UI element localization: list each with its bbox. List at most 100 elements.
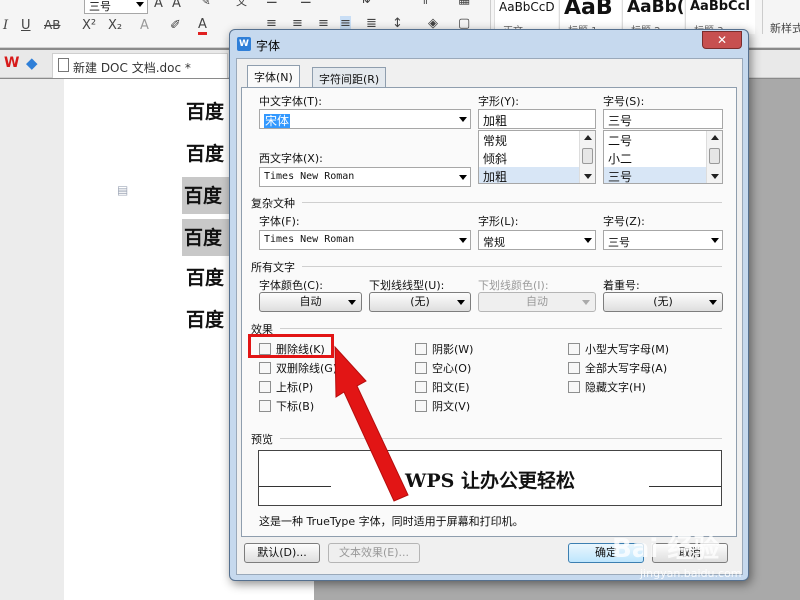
text-effect-icon[interactable]: A <box>140 18 149 33</box>
hidden-text-checkbox[interactable]: 隐藏文字(H) <box>568 379 646 395</box>
complex-style-label: 字形(L): <box>478 215 519 228</box>
complex-font-label: 字体(F): <box>259 215 300 228</box>
default-button[interactable]: 默认(D)... <box>244 543 320 563</box>
style-sample: AaB <box>564 0 613 20</box>
style-sample: AaBbCcD <box>499 0 555 14</box>
engrave-checkbox[interactable]: 阴文(V) <box>415 398 470 414</box>
shadow-checkbox[interactable]: 阴影(W) <box>415 341 473 357</box>
document-line: 百度 <box>186 101 225 123</box>
checkbox-box[interactable] <box>568 381 580 393</box>
checkbox-label: 隐藏文字(H) <box>585 381 646 394</box>
western-font-combo[interactable]: Times New Roman <box>259 167 471 187</box>
annotation-highlight-box <box>248 334 334 358</box>
button-label: 文本效果(E)... <box>338 546 410 559</box>
underline-style-dropdown[interactable]: (无) <box>369 292 471 312</box>
chevron-down-icon <box>136 2 144 7</box>
list-item-selected[interactable]: 加粗 <box>479 167 595 183</box>
list-item-selected[interactable]: 三号 <box>604 167 722 183</box>
font-size-label: 字号(S): <box>603 95 645 108</box>
list-item[interactable]: 常规 <box>479 131 595 149</box>
all-caps-checkbox[interactable]: 全部大写字母(A) <box>568 360 667 376</box>
checkbox-box[interactable] <box>259 400 271 412</box>
list-item[interactable]: 小二 <box>604 149 722 167</box>
scroll-up-icon[interactable] <box>584 135 592 140</box>
checkbox-label: 小型大写字母(M) <box>585 343 670 356</box>
highlight-icon[interactable]: ✐ <box>170 18 181 33</box>
chevron-down-icon <box>582 300 590 305</box>
preview-group-label: 预览 <box>251 433 273 446</box>
list-item[interactable]: 二号 <box>604 131 722 149</box>
checkbox-box[interactable] <box>259 362 271 374</box>
document-line: 百度 <box>186 309 225 331</box>
scroll-thumb[interactable] <box>709 148 720 164</box>
font-color-icon[interactable]: A <box>198 18 207 35</box>
checkbox-label: 阳文(E) <box>432 381 470 394</box>
preview-note: 这是一种 TrueType 字体，同时适用于屏幕和打印机。 <box>259 515 524 528</box>
tab-font[interactable]: 字体(N) <box>247 65 300 88</box>
chevron-down-icon <box>457 300 465 305</box>
complex-size-combo[interactable]: 三号 <box>603 230 723 250</box>
chevron-down-icon <box>711 238 719 243</box>
checkbox-box[interactable] <box>568 362 580 374</box>
document-tab[interactable]: 新建 DOC 文档.doc * <box>52 53 228 78</box>
indent-icon[interactable]: ☰ <box>300 0 312 7</box>
chinese-font-combo[interactable]: 宋体 <box>259 109 471 129</box>
clear-format-icon[interactable]: ✎ <box>200 0 211 9</box>
font-color-dropdown[interactable]: 自动 <box>259 292 362 312</box>
outline-checkbox[interactable]: 空心(O) <box>415 360 471 376</box>
font-size-input[interactable]: 三号 <box>603 109 723 129</box>
underline-color-dropdown[interactable]: 自动 <box>478 292 596 312</box>
sort-icon[interactable]: ⇅ <box>360 0 371 7</box>
list-item[interactable]: 倾斜 <box>479 149 595 167</box>
cube-icon[interactable]: ◆ <box>26 54 38 72</box>
phonetic-icon[interactable]: 文 <box>236 0 247 9</box>
font-style-value: 加粗 <box>483 114 508 128</box>
western-font-label: 西文字体(X): <box>259 152 323 165</box>
emboss-checkbox[interactable]: 阳文(E) <box>415 379 470 395</box>
scroll-down-icon[interactable] <box>584 174 592 179</box>
grow-font-icon[interactable]: A <box>154 0 163 11</box>
emphasis-mark-dropdown[interactable]: (无) <box>603 292 723 312</box>
font-size-scrollbar[interactable] <box>706 131 722 183</box>
superscript-checkbox[interactable]: 上标(P) <box>259 379 313 395</box>
list-icon[interactable]: ☰ <box>266 0 278 7</box>
preview-text: WPS 让办公更轻松 <box>405 470 575 492</box>
small-caps-checkbox[interactable]: 小型大写字母(M) <box>568 341 669 357</box>
scroll-down-icon[interactable] <box>711 174 719 179</box>
new-style-button[interactable]: 新样式 <box>770 20 800 36</box>
checkbox-box[interactable] <box>259 381 271 393</box>
subscript-icon[interactable]: X₂ <box>108 18 122 33</box>
complex-font-combo[interactable]: Times New Roman <box>259 230 471 250</box>
show-marks-icon[interactable]: ¶ <box>420 0 428 7</box>
scroll-thumb[interactable] <box>582 148 593 164</box>
wps-logo-icon: W <box>4 55 20 71</box>
font-style-input[interactable]: 加粗 <box>478 109 596 129</box>
border-icon[interactable]: ▦ <box>458 0 470 7</box>
checkbox-label: 全部大写字母(A) <box>585 362 668 375</box>
chevron-down-icon <box>348 300 356 305</box>
font-style-scrollbar[interactable] <box>579 131 595 183</box>
scroll-up-icon[interactable] <box>711 135 719 140</box>
group-divider <box>302 202 722 203</box>
tab-character-spacing[interactable]: 字符间距(R) <box>312 67 387 87</box>
italic-icon[interactable]: I <box>3 18 8 33</box>
double-strikethrough-checkbox[interactable]: 双删除线(G) <box>259 360 337 376</box>
strikethrough-icon[interactable]: AB <box>44 18 60 32</box>
complex-style-combo[interactable]: 常规 <box>478 230 596 250</box>
close-button[interactable]: ✕ <box>702 31 742 49</box>
subscript-checkbox[interactable]: 下标(B) <box>259 398 314 414</box>
checkbox-label: 阴文(V) <box>432 400 471 413</box>
complex-style-value: 常规 <box>483 236 505 249</box>
document-left-margin <box>0 79 64 600</box>
checkbox-label: 双删除线(G) <box>276 362 338 375</box>
superscript-icon[interactable]: X² <box>82 18 96 33</box>
checkbox-box[interactable] <box>568 343 580 355</box>
checkbox-label: 阴影(W) <box>432 343 474 356</box>
font-size-combo[interactable]: 三号 <box>84 0 148 14</box>
text-effects-button[interactable]: 文本效果(E)... <box>328 543 420 563</box>
underline-icon[interactable]: U <box>21 18 31 33</box>
page-marker-icon[interactable]: ▤ <box>117 183 128 197</box>
shrink-font-icon[interactable]: A <box>172 0 181 11</box>
font-style-list[interactable]: 常规 倾斜 加粗 <box>478 130 596 184</box>
font-size-list[interactable]: 二号 小二 三号 <box>603 130 723 184</box>
